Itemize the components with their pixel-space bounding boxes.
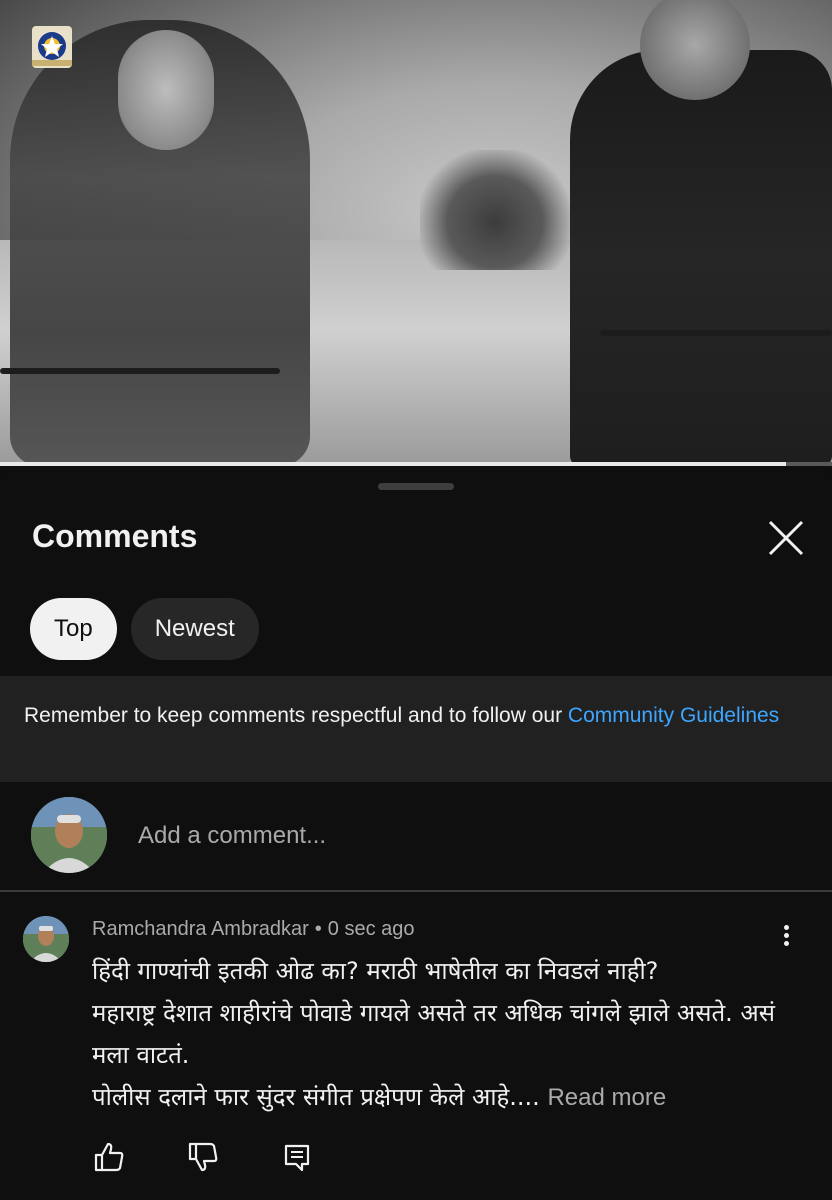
user-avatar-image (31, 797, 107, 873)
comment-meta: Ramchandra Ambradkar • 0 sec ago (92, 918, 415, 941)
comment-timestamp: 0 sec ago (327, 918, 415, 940)
video-frame-trees (420, 150, 570, 270)
comment-author-avatar-image (23, 916, 69, 962)
add-comment-row: Add a comment... (0, 782, 832, 890)
more-vert-icon (774, 925, 798, 946)
community-notice-text: Remember to keep comments respectful and… (24, 704, 568, 727)
comment-line-text: पोलीस दलाने फार सुंदर संगीत प्रक्षेपण के… (92, 1083, 540, 1111)
dislike-icon (188, 1142, 218, 1172)
dislike-button[interactable] (186, 1140, 220, 1174)
sort-chip-top[interactable]: Top (30, 598, 117, 660)
close-icon (768, 520, 804, 556)
video-frame-handlebar-right (600, 330, 832, 336)
reply-button[interactable] (280, 1140, 314, 1174)
sort-chip-newest[interactable]: Newest (130, 598, 259, 660)
comments-panel: Comments Top Newest Remember to keep com… (0, 466, 832, 1200)
video-player[interactable] (0, 0, 832, 466)
comment-body: हिंदी गाण्यांची इतकी ओढ का? मराठी भाषेती… (92, 950, 782, 1119)
avatar (31, 797, 107, 873)
like-button[interactable] (92, 1140, 126, 1174)
comment-author[interactable]: Ramchandra Ambradkar (92, 918, 309, 940)
add-comment-input[interactable]: Add a comment... (138, 822, 326, 850)
drag-handle[interactable] (378, 483, 454, 490)
comment-line: महाराष्ट्र देशात शाहीरांचे पोवाडे गायले … (92, 999, 775, 1069)
video-frame-face-left (118, 30, 214, 150)
meta-separator: • (314, 918, 322, 940)
comment-menu-button[interactable] (774, 922, 798, 952)
comment-author-avatar[interactable] (23, 916, 69, 962)
comment-line: हिंदी गाण्यांची इतकी ओढ का? मराठी भाषेती… (92, 957, 659, 985)
channel-watermark-logo (32, 26, 72, 68)
close-button[interactable] (762, 514, 810, 562)
comment-item: Ramchandra Ambradkar • 0 sec ago हिंदी गाण… (0, 892, 832, 1200)
read-more-link[interactable]: Read more (547, 1084, 666, 1111)
video-frame-figure-right (570, 50, 832, 466)
comment-line-last: पोलीस दलाने फार सुंदर संगीत प्रक्षेपण के… (92, 1076, 782, 1119)
video-frame-handlebar-left (0, 368, 280, 374)
community-guidelines-link[interactable]: Community Guidelines (568, 704, 779, 727)
comment-actions (92, 1140, 314, 1174)
community-notice: Remember to keep comments respectful and… (0, 676, 832, 782)
sort-chips: Top Newest (30, 598, 259, 660)
like-icon (94, 1142, 124, 1172)
comments-title: Comments (32, 518, 198, 554)
reply-icon (284, 1144, 310, 1172)
